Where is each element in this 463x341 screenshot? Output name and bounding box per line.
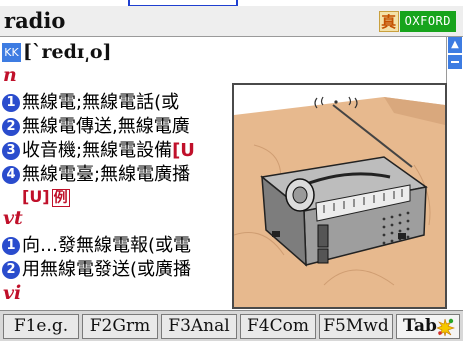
sense-number-icon: 3 (2, 142, 20, 160)
pos-noun: n (3, 64, 17, 86)
countability-tag: [U] (22, 187, 50, 206)
usage-tag: [U (172, 140, 195, 161)
f1-examples-button[interactable]: F1e.g. (3, 314, 79, 339)
sense-text: 收音機;無線電設備 (22, 140, 173, 161)
sense-number-icon: 2 (2, 118, 20, 136)
example-icon[interactable]: 例 (51, 188, 70, 207)
brand-glyph-icon: 真 (378, 11, 399, 32)
noun-sense-2[interactable]: 2 無線電傳送,無線電廣 (2, 115, 190, 139)
noun-sense-3[interactable]: 3 收音機;無線電設備[U (2, 139, 195, 163)
sense-text: 用無線電發送(或廣播 (22, 259, 192, 280)
sense-text: 向…發無線電報(或電 (22, 235, 192, 256)
sense-number-icon: 4 (2, 166, 20, 184)
f3-analysis-button[interactable]: F3Anal (161, 314, 237, 339)
sense-number-icon: 2 (2, 261, 20, 279)
sense-text: 無線電臺;無線電廣播 (22, 164, 191, 185)
pos-verb-intransitive: vi (3, 282, 22, 304)
sense-number-icon: 1 (2, 237, 20, 255)
usage-tags: [U] 例 (22, 185, 70, 209)
tab-button[interactable]: Tab (396, 314, 460, 339)
tab-label: Tab (403, 316, 437, 336)
function-key-bar: F1e.g. F2Grm F3Anal F4Com F5Mwd Tab (0, 310, 463, 341)
vt-sense-1[interactable]: 1 向…發無線電報(或電 (2, 234, 191, 258)
pos-verb-transitive: vt (3, 207, 23, 229)
phonetic-transcription: [ˋredɪ͵o] (23, 41, 112, 63)
noun-sense-1[interactable]: 1 無線電;無線電話(或 (2, 91, 179, 115)
radio-picture (234, 85, 445, 307)
dictionary-app: radio 真 OXFORD KK [ˋredɪ͵o] n 1 無線電;無線電話(或… (0, 0, 463, 341)
sense-text: 無線電;無線電話(或 (22, 92, 180, 113)
f4-compare-button[interactable]: F4Com (240, 314, 316, 339)
vertical-scrollbar[interactable]: ▲ (446, 37, 463, 309)
vt-sense-2[interactable]: 2 用無線電發送(或廣播 (2, 258, 191, 282)
f2-grammar-button[interactable]: F2Grm (82, 314, 158, 339)
brand-label: OXFORD (399, 11, 456, 32)
noun-sense-4[interactable]: 4 無線電臺;無線電廣播 (2, 163, 190, 187)
dictionary-brand[interactable]: 真 OXFORD (378, 11, 456, 32)
sense-text: 無線電傳送,無線電廣 (22, 116, 190, 137)
scroll-thumb[interactable] (448, 55, 462, 69)
tab-sparkle-icon (436, 318, 455, 337)
headword: radio (4, 8, 66, 33)
f5-multiword-button[interactable]: F5Mwd (319, 314, 393, 339)
scroll-up-icon[interactable]: ▲ (448, 37, 462, 53)
kk-badge-icon[interactable]: KK (2, 43, 21, 62)
radio-illustration[interactable] (232, 83, 447, 309)
entry-header: radio 真 OXFORD (0, 6, 463, 37)
sense-number-icon: 1 (2, 94, 20, 112)
phonetic-row: KK [ˋredɪ͵o] (2, 41, 112, 65)
